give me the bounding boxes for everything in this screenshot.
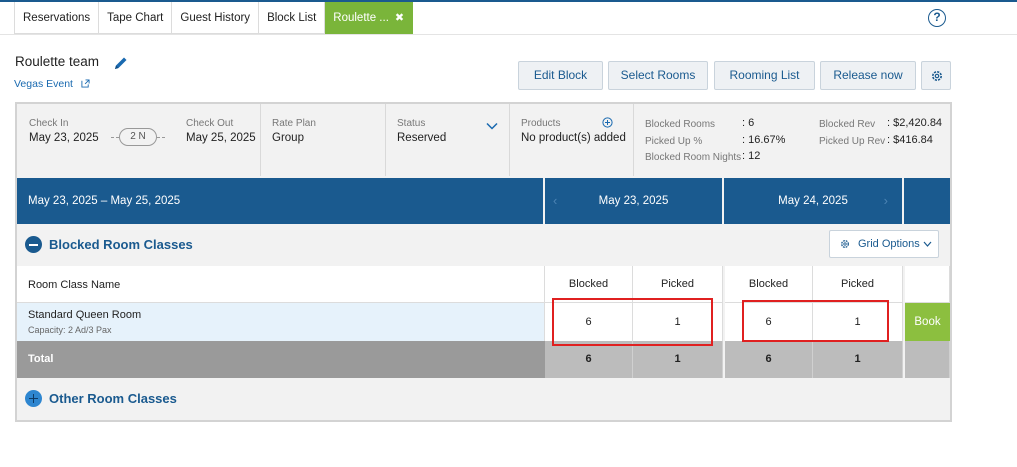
summary-row: Check In May 23, 2025 2 N Check Out May … bbox=[17, 104, 950, 176]
divider bbox=[157, 137, 165, 138]
total-row: Total bbox=[17, 341, 545, 378]
tab-label: Reservations bbox=[23, 12, 91, 24]
blocked-rooms-value: : 6 bbox=[742, 117, 755, 129]
gear-icon bbox=[932, 71, 942, 81]
action-total bbox=[905, 341, 950, 378]
day-header-label: May 24, 2025 bbox=[778, 195, 848, 207]
tab-reservations[interactable]: Reservations bbox=[14, 2, 100, 34]
chevron-down-icon bbox=[923, 241, 932, 247]
day1-blocked-total: 6 bbox=[545, 341, 633, 378]
day2-picked-total: 1 bbox=[813, 341, 903, 378]
gear-icon bbox=[841, 240, 849, 248]
expand-icon[interactable] bbox=[25, 390, 42, 407]
status-value: Reserved bbox=[397, 132, 447, 144]
tab-label: Roulette ... bbox=[333, 12, 389, 24]
tab-label: Tape Chart bbox=[107, 12, 164, 24]
highlight-box-day1 bbox=[552, 298, 713, 346]
action-column-header bbox=[904, 178, 950, 224]
rate-plan-value: Group bbox=[272, 132, 304, 144]
day2-picked-header: Picked bbox=[813, 266, 903, 303]
tab-bar: Reservations Tape Chart Guest History Bl… bbox=[14, 2, 414, 34]
other-section-title: Other Room Classes bbox=[49, 391, 177, 406]
event-link-label: Vegas Event bbox=[14, 78, 73, 90]
blocked-room-nights-label: Blocked Room Nights bbox=[645, 152, 742, 163]
products-value: No product(s) added bbox=[521, 132, 626, 144]
total-label: Total bbox=[28, 353, 54, 365]
tab-label: Guest History bbox=[180, 12, 251, 24]
collapse-icon[interactable] bbox=[25, 236, 42, 253]
add-product-icon[interactable] bbox=[602, 117, 613, 128]
event-link[interactable]: Vegas Event bbox=[14, 78, 90, 90]
tab-tape-chart[interactable]: Tape Chart bbox=[99, 2, 173, 34]
products-label: Products bbox=[521, 118, 561, 129]
room-class-capacity: Capacity: 2 Ad/3 Pax bbox=[28, 325, 112, 335]
tab-block-list[interactable]: Block List bbox=[259, 2, 326, 34]
column-header-label: Room Class Name bbox=[28, 279, 121, 291]
day-header-1: ‹ May 23, 2025 bbox=[545, 178, 722, 224]
stay-dates-cell: Check In May 23, 2025 2 N Check Out May … bbox=[17, 104, 261, 176]
day-header-label: May 23, 2025 bbox=[598, 195, 669, 207]
blocked-rev-value: : $2,420.84 bbox=[887, 117, 943, 129]
help-icon[interactable]: ? bbox=[928, 9, 946, 27]
room-class-name-header: Room Class Name bbox=[17, 266, 545, 303]
nights-badge: 2 N bbox=[119, 128, 157, 146]
tab-guest-history[interactable]: Guest History bbox=[172, 2, 260, 34]
rate-plan-label: Rate Plan bbox=[272, 118, 316, 129]
divider bbox=[111, 137, 119, 138]
divider bbox=[0, 34, 1017, 35]
check-in-value: May 23, 2025 bbox=[29, 132, 99, 144]
pencil-edit-icon[interactable] bbox=[113, 55, 129, 71]
grid-options-dropdown[interactable]: Grid Options bbox=[829, 230, 939, 258]
select-rooms-button[interactable]: Select Rooms bbox=[608, 61, 708, 90]
picked-up-pct-label: Picked Up % bbox=[645, 136, 703, 147]
status-cell[interactable]: Status Reserved bbox=[386, 104, 510, 176]
tab-label: Block List bbox=[267, 12, 317, 24]
settings-button[interactable] bbox=[921, 61, 951, 90]
blocked-room-nights-value: : 12 bbox=[742, 150, 761, 162]
check-out-value: May 25, 2025 bbox=[186, 132, 256, 144]
date-range-header: May 23, 2025 – May 25, 2025 bbox=[17, 178, 543, 224]
blocked-rooms-label: Blocked Rooms bbox=[645, 119, 716, 130]
check-in-label: Check In bbox=[29, 118, 69, 129]
rooming-list-button[interactable]: Rooming List bbox=[714, 61, 815, 90]
release-now-button[interactable]: Release now bbox=[820, 61, 916, 90]
chevron-down-icon[interactable] bbox=[486, 122, 498, 130]
day1-picked-total: 1 bbox=[633, 341, 723, 378]
edit-block-button[interactable]: Edit Block bbox=[518, 61, 603, 90]
block-detail-page: Reservations Tape Chart Guest History Bl… bbox=[0, 0, 1017, 467]
block-panel: Check In May 23, 2025 2 N Check Out May … bbox=[15, 102, 952, 422]
highlight-box-day2 bbox=[742, 300, 889, 342]
chevron-left-icon[interactable]: ‹ bbox=[553, 178, 557, 224]
tab-roulette[interactable]: Roulette ... ✖ bbox=[325, 2, 414, 34]
day2-blocked-header: Blocked bbox=[725, 266, 813, 303]
check-out-label: Check Out bbox=[186, 118, 234, 129]
close-tab-icon[interactable]: ✖ bbox=[395, 12, 404, 24]
picked-up-pct-value: : 16.67% bbox=[742, 134, 786, 146]
chevron-right-icon[interactable]: › bbox=[884, 178, 888, 224]
products-cell: Products No product(s) added bbox=[510, 104, 634, 176]
room-class-name: Standard Queen Room bbox=[28, 309, 142, 321]
blocked-section-title: Blocked Room Classes bbox=[49, 237, 193, 252]
blocked-rev-label: Blocked Rev bbox=[819, 119, 876, 130]
status-label: Status bbox=[397, 118, 426, 129]
action-header bbox=[905, 266, 950, 303]
revenue-stats-cell: Blocked Rooms : 6 Picked Up % : 16.67% B… bbox=[634, 104, 950, 176]
grid-options-label: Grid Options bbox=[858, 238, 920, 250]
page-title: Roulette team bbox=[15, 54, 100, 69]
book-button[interactable]: Book bbox=[905, 303, 950, 341]
external-link-icon bbox=[81, 79, 90, 88]
rate-plan-cell: Rate Plan Group bbox=[261, 104, 386, 176]
day2-blocked-total: 6 bbox=[725, 341, 813, 378]
picked-up-rev-value: : $416.84 bbox=[887, 134, 933, 146]
table-row[interactable]: Standard Queen Room Capacity: 2 Ad/3 Pax bbox=[17, 303, 545, 341]
picked-up-rev-label: Picked Up Rev bbox=[819, 136, 886, 147]
day-header-2: May 24, 2025 › bbox=[724, 178, 902, 224]
